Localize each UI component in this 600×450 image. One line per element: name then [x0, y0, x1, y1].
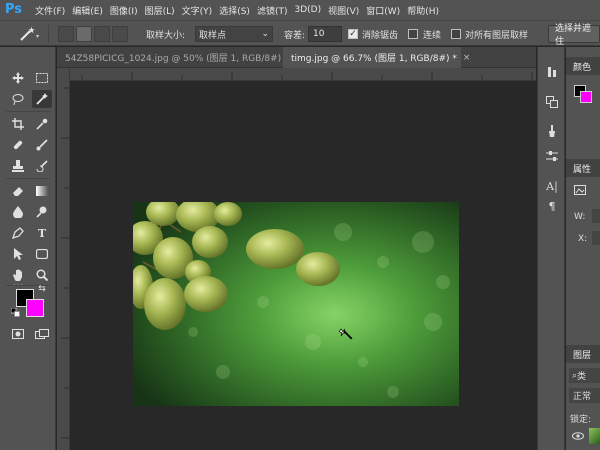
tab-document-1[interactable]: 54Z58PICICG_1024.jpg @ 50% (图层 1, RGB/8#…: [57, 47, 302, 68]
options-bar: 取样大小: 取样点 ⌄ 容差: 10 ✓ 消除锯齿 连续 对所有图层取样 选择并…: [0, 20, 600, 47]
layer-filter-label: 类: [577, 372, 587, 382]
eyedropper-icon[interactable]: [32, 115, 52, 133]
gradient-icon[interactable]: [32, 182, 52, 200]
contiguous-checkbox[interactable]: [408, 29, 418, 39]
character-panel-icon[interactable]: A|: [545, 179, 559, 193]
close-icon[interactable]: ×: [463, 53, 471, 63]
vertical-ruler[interactable]: [57, 68, 70, 450]
pen-icon[interactable]: [8, 224, 28, 242]
menu-window[interactable]: 窗口(W): [366, 4, 400, 17]
document-tabs: 54Z58PICICG_1024.jpg @ 50% (图层 1, RGB/8#…: [57, 47, 536, 68]
tolerance-label: 容差:: [284, 30, 306, 41]
properties-panel-header[interactable]: 属性: [566, 159, 600, 177]
history-panel-icon[interactable]: [545, 65, 559, 79]
sample-size-select[interactable]: 取样点 ⌄: [195, 26, 273, 42]
props-width-label: W:: [574, 212, 586, 222]
brush-icon[interactable]: [32, 136, 52, 154]
dodge-icon[interactable]: [32, 203, 52, 221]
add-to-selection-button[interactable]: [76, 26, 92, 42]
brush-settings-icon[interactable]: [545, 125, 559, 139]
intersect-selection-button[interactable]: [112, 26, 128, 42]
image-properties-icon: [574, 185, 586, 195]
blend-mode-select[interactable]: 正常: [569, 388, 600, 403]
menu-3d[interactable]: 3D(D): [294, 5, 321, 15]
lasso-icon[interactable]: [8, 90, 28, 108]
quick-mask-icon[interactable]: [8, 325, 28, 343]
screen-mode-icon[interactable]: [32, 325, 52, 343]
panel-dock: A| ¶: [537, 47, 565, 450]
app-logo: Ps: [5, 2, 23, 17]
lock-label: 锁定:: [570, 415, 592, 425]
tools-divider: [6, 111, 50, 112]
props-x-field[interactable]: [592, 231, 600, 245]
zoom-icon[interactable]: [32, 266, 52, 284]
subtract-selection-button[interactable]: [94, 26, 110, 42]
grapes-image: [133, 202, 459, 406]
path-select-icon[interactable]: [8, 245, 28, 263]
props-x-label: X:: [578, 234, 588, 244]
tab-document-2[interactable]: timg.jpg @ 66.7% (图层 1, RGB/8#) * ×: [283, 47, 470, 68]
marquee-icon[interactable]: [32, 69, 52, 87]
tolerance-input[interactable]: 10: [308, 26, 342, 42]
stamp-icon[interactable]: [8, 157, 28, 175]
document-canvas[interactable]: [133, 202, 459, 406]
menu-type[interactable]: 文字(Y): [182, 4, 213, 17]
new-selection-button[interactable]: [58, 26, 74, 42]
paragraph-panel-icon[interactable]: ¶: [545, 199, 559, 213]
menu-edit[interactable]: 编辑(E): [72, 4, 103, 17]
menu-filter[interactable]: 滤镜(T): [257, 4, 288, 17]
chevron-down-icon: ⌄: [261, 29, 269, 39]
menu-view[interactable]: 视图(V): [328, 4, 359, 17]
move-icon[interactable]: [8, 69, 28, 87]
background-color-swatch[interactable]: [26, 299, 44, 317]
eraser-icon[interactable]: [8, 182, 28, 200]
horizontal-ruler[interactable]: [70, 68, 536, 81]
swatches-panel-icon[interactable]: [545, 95, 559, 109]
props-width-field[interactable]: [592, 209, 600, 223]
menu-select[interactable]: 选择(S): [219, 4, 250, 17]
crop-icon[interactable]: [8, 115, 28, 133]
panels-column: 颜色 属性 W: X: 图层 ⌕ 类 正常 锁定:: [566, 47, 600, 450]
layer-filter-kind[interactable]: ⌕ 类: [569, 368, 600, 383]
options-divider: [48, 25, 49, 43]
swap-colors-icon[interactable]: ⇆: [36, 283, 48, 295]
color-panel-background[interactable]: [580, 91, 592, 103]
contiguous-label: 连续: [423, 30, 442, 41]
shape-icon[interactable]: [32, 245, 52, 263]
menu-image[interactable]: 图像(I): [110, 4, 138, 17]
menu-layer[interactable]: 图层(L): [145, 4, 175, 17]
eye-icon[interactable]: [572, 432, 584, 443]
menu-bar: Ps 文件(F) 编辑(E) 图像(I) 图层(L) 文字(Y) 选择(S) 滤…: [0, 0, 600, 20]
antialias-checkbox[interactable]: ✓: [348, 29, 358, 39]
tools-panel: T … ⇆: [0, 47, 56, 450]
adjustments-panel-icon[interactable]: [545, 149, 559, 163]
tab-label: timg.jpg @ 66.7% (图层 1, RGB/8#) *: [291, 54, 457, 64]
magic-wand-preset-icon[interactable]: [18, 21, 40, 47]
tools-divider: [6, 178, 50, 179]
all-layers-checkbox[interactable]: [451, 29, 461, 39]
color-panel-header[interactable]: 颜色: [566, 57, 600, 75]
antialias-label: 消除锯齿: [362, 30, 399, 41]
sample-size-label: 取样大小:: [146, 30, 186, 41]
menu-file[interactable]: 文件(F): [35, 4, 65, 17]
magic-wand-icon[interactable]: [32, 90, 52, 108]
tab-label: 54Z58PICICG_1024.jpg @ 50% (图层 1, RGB/8#…: [65, 54, 289, 64]
layers-panel-header[interactable]: 图层: [566, 345, 600, 363]
sample-size-value: 取样点: [199, 30, 227, 41]
layer-thumbnail[interactable]: [589, 428, 600, 444]
all-layers-label: 对所有图层取样: [465, 30, 529, 41]
select-and-mask-button[interactable]: 选择并遮住: [548, 24, 600, 47]
default-colors-icon[interactable]: [10, 307, 20, 317]
menu-help[interactable]: 帮助(H): [407, 4, 439, 17]
healing-icon[interactable]: [8, 136, 28, 154]
type-icon[interactable]: T: [32, 224, 52, 242]
blur-icon[interactable]: [8, 203, 28, 221]
history-brush-icon[interactable]: [32, 157, 52, 175]
